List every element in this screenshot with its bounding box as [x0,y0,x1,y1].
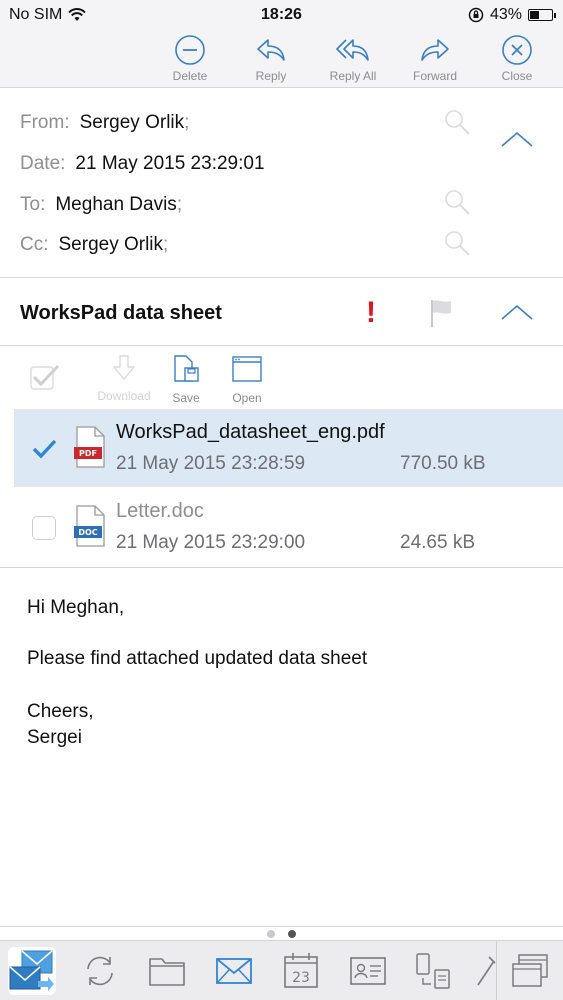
attachment-size: 770.50 kB [400,453,486,474]
devices-icon[interactable] [413,951,453,991]
subject-bar: WorksPad data sheet ! [0,278,563,346]
reply-all-label: Reply All [329,69,377,83]
open-button[interactable]: Open [217,354,277,405]
date-row: Date: 21 May 2015 23:29:01 [20,153,265,175]
save-label: Save [172,391,200,405]
pdf-file-icon: PDF [74,426,105,468]
message-header: From: Sergey Orlik; Date: 21 May 2015 23:2… [0,88,563,278]
calendar-icon[interactable]: 23 [281,951,321,991]
cc-label: Cc: [20,234,49,255]
doc-file-icon: DOC [74,505,105,547]
cc-value[interactable]: Sergey Orlik [59,234,164,255]
open-window-icon [232,356,262,382]
message-toolbar: Delete Reply Reply All Forward Close [0,30,563,88]
download-button[interactable]: Download [94,354,154,403]
download-label: Download [97,389,151,403]
from-separator: ; [184,112,190,133]
attachments-divider [0,567,563,568]
flag-icon[interactable] [428,298,454,328]
battery-percent: 43% [489,6,522,23]
attachment-name: WorksPad_datasheet_eng.pdf [116,421,385,443]
cc-separator: ; [163,234,169,255]
contacts-icon[interactable] [348,951,388,991]
search-icon[interactable] [442,229,472,259]
reply-label: Reply [255,69,287,83]
attachment-name: Letter.doc [116,500,204,522]
attachment-date: 21 May 2015 23:29:00 [116,532,306,553]
reply-button[interactable]: Reply [231,34,311,83]
tools-icon[interactable] [474,951,496,991]
search-icon[interactable] [442,108,472,138]
dock-separator [496,941,497,1000]
save-button[interactable]: Save [156,354,216,405]
pdf-badge: PDF [79,449,97,458]
page-indicator [0,926,563,940]
rotation-lock-icon [468,7,484,23]
body-line: Please find attached updated data sheet [27,648,368,669]
page-dot[interactable] [267,930,275,938]
save-icon [174,355,199,382]
reply-icon [257,39,285,61]
reply-all-icon [336,39,369,61]
date-value: 21 May 2015 23:29:01 [75,153,265,174]
open-label: Open [232,391,262,405]
windows-icon[interactable] [510,951,550,991]
subject-title: WorksPad data sheet [20,302,222,324]
battery-fill [530,11,539,19]
body-greeting: Hi Meghan, [27,597,125,618]
body-signature: Sergei [27,727,82,748]
attachment-row[interactable]: PDF WorksPad_datasheet_eng.pdf 21 May 20… [14,409,563,487]
collapse-subject-icon[interactable] [500,303,534,321]
cc-row: Cc: Sergey Orlik; [20,234,168,256]
from-row: From: Sergey Orlik; [20,112,189,134]
sync-icon[interactable] [80,951,120,991]
forward-button[interactable]: Forward [395,34,475,83]
to-row: To: Meghan Davis; [20,194,182,216]
app-dock: 23 [0,940,563,1000]
to-value[interactable]: Meghan Davis [55,194,176,215]
attachment-size: 24.65 kB [400,532,475,553]
reply-all-button[interactable]: Reply All [313,34,393,83]
delete-icon [175,35,205,65]
mail-icon[interactable] [214,951,254,991]
from-label: From: [20,112,70,133]
attachment-toolbar: Download Save Open [0,346,563,408]
page-dot-active[interactable] [288,930,296,938]
close-button[interactable]: Close [477,34,557,83]
delete-label: Delete [172,69,208,83]
forward-icon [421,39,449,61]
close-label: Close [501,69,533,83]
download-icon [113,355,135,380]
attachment-date: 21 May 2015 23:28:59 [116,453,306,474]
mail-app-icon[interactable] [8,947,56,995]
search-icon[interactable] [442,188,472,218]
select-all-checkbox-icon[interactable] [30,364,60,390]
high-importance-icon: ! [366,296,376,329]
body-closing: Cheers, [27,701,94,722]
to-separator: ; [176,194,183,215]
forward-label: Forward [412,69,457,83]
checkmark-icon[interactable] [32,437,56,461]
collapse-header-icon[interactable] [500,130,534,148]
date-label: Date: [20,153,66,174]
battery-icon [528,9,556,21]
close-icon [502,35,532,65]
folder-icon[interactable] [147,951,187,991]
status-bar: No SIM 18:26 43% [0,0,563,30]
calendar-day: 23 [292,970,310,986]
delete-button[interactable]: Delete [150,34,230,83]
to-label: To: [20,194,46,215]
attachment-checkbox[interactable] [32,516,56,540]
doc-badge: DOC [78,528,97,537]
attachment-row[interactable]: DOC Letter.doc 21 May 2015 23:29:00 24.6… [14,488,563,566]
from-value[interactable]: Sergey Orlik [80,112,185,133]
